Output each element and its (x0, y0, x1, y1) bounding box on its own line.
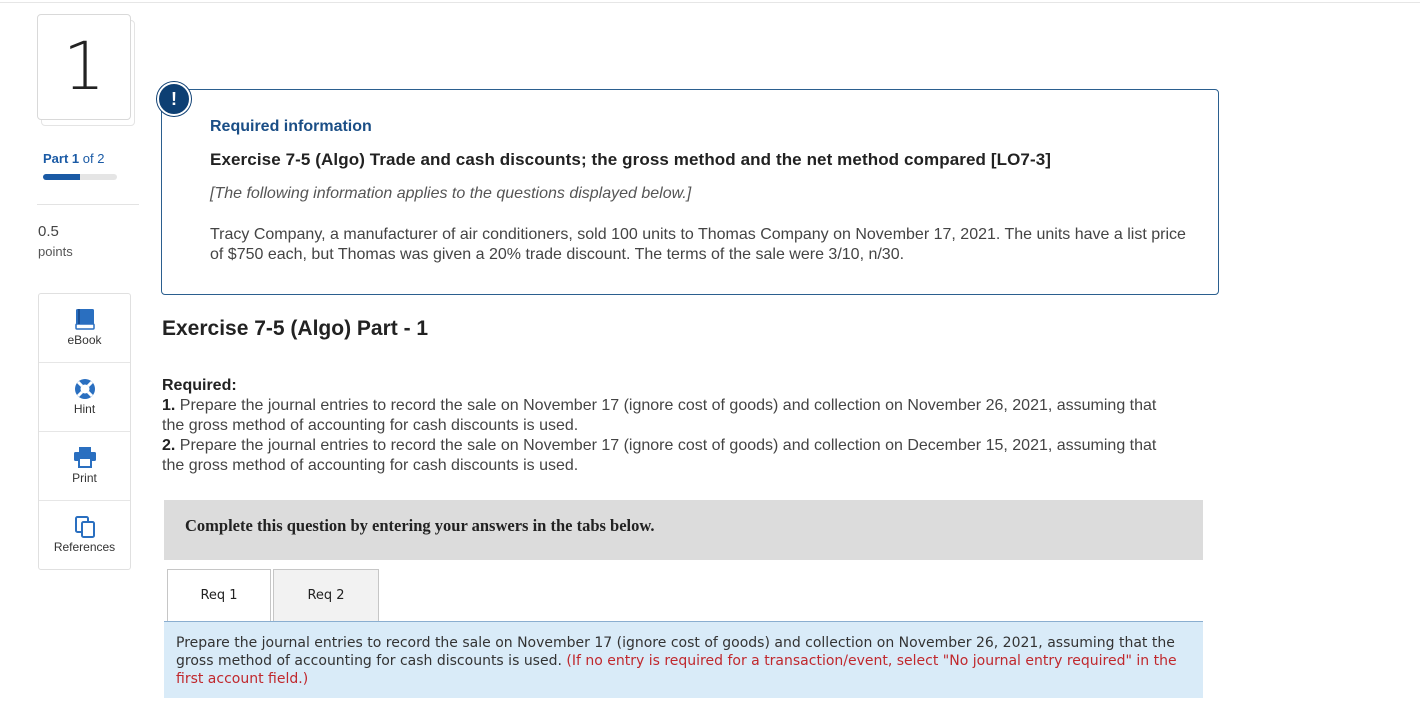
exercise-note: [The following information applies to th… (210, 185, 692, 202)
required-item-text: Prepare the journal entries to record th… (162, 437, 1157, 474)
lifebuoy-icon (74, 379, 95, 399)
tool-print-label: Print (72, 471, 97, 485)
required-section: Required: 1. Prepare the journal entries… (162, 376, 1162, 476)
tool-ebook-label: eBook (67, 333, 102, 347)
required-item-text: Prepare the journal entries to record th… (162, 397, 1157, 434)
instructions-banner-text: Complete this question by entering your … (185, 516, 655, 535)
part-progress-bar (43, 174, 117, 180)
part-label: Part (43, 151, 69, 166)
tab-req-2[interactable]: Req 2 (273, 569, 379, 623)
points-value: 0.5 (38, 223, 59, 240)
top-divider (0, 2, 1420, 3)
book-icon (74, 309, 95, 330)
required-information-heading: Required information (210, 118, 372, 135)
tool-hint-label: Hint (73, 402, 96, 416)
part-progress-fill (43, 174, 80, 180)
required-item-number: 2. (162, 437, 176, 454)
points-label: points (38, 244, 73, 259)
printer-icon (73, 447, 96, 468)
question-number-card: 1 (37, 14, 135, 126)
part-current: 1 (71, 151, 80, 166)
tool-print-button[interactable]: Print (39, 432, 130, 501)
tab-instructions-panel: Prepare the journal entries to record th… (164, 622, 1203, 698)
tab-instructions: Prepare the journal entries to record th… (176, 634, 1186, 688)
tools-panel: eBook Hint Print References (38, 293, 131, 570)
tool-references-label: References (53, 540, 116, 554)
tool-references-button[interactable]: References (39, 501, 130, 569)
required-item: 1. Prepare the journal entries to record… (162, 396, 1162, 436)
tab-req-1[interactable]: Req 1 (167, 569, 271, 623)
part-indicator: Part 1 of 2 (43, 151, 104, 166)
instructions-banner: Complete this question by entering your … (164, 500, 1203, 560)
copy-icon (74, 516, 95, 538)
tool-hint-button[interactable]: Hint (39, 363, 130, 432)
tool-ebook-button[interactable]: eBook (39, 294, 130, 363)
alert-icon: ! (157, 82, 191, 116)
sidebar-divider (37, 204, 139, 205)
required-item: 2. Prepare the journal entries to record… (162, 436, 1162, 476)
question-number: 1 (37, 14, 131, 120)
required-label: Required: (162, 377, 237, 394)
required-item-number: 1. (162, 397, 176, 414)
part-title: Exercise 7-5 (Algo) Part - 1 (162, 317, 429, 340)
exercise-title: Exercise 7-5 (Algo) Trade and cash disco… (210, 150, 1052, 169)
part-total: of 2 (82, 151, 105, 166)
exercise-description: Tracy Company, a manufacturer of air con… (210, 226, 1186, 263)
